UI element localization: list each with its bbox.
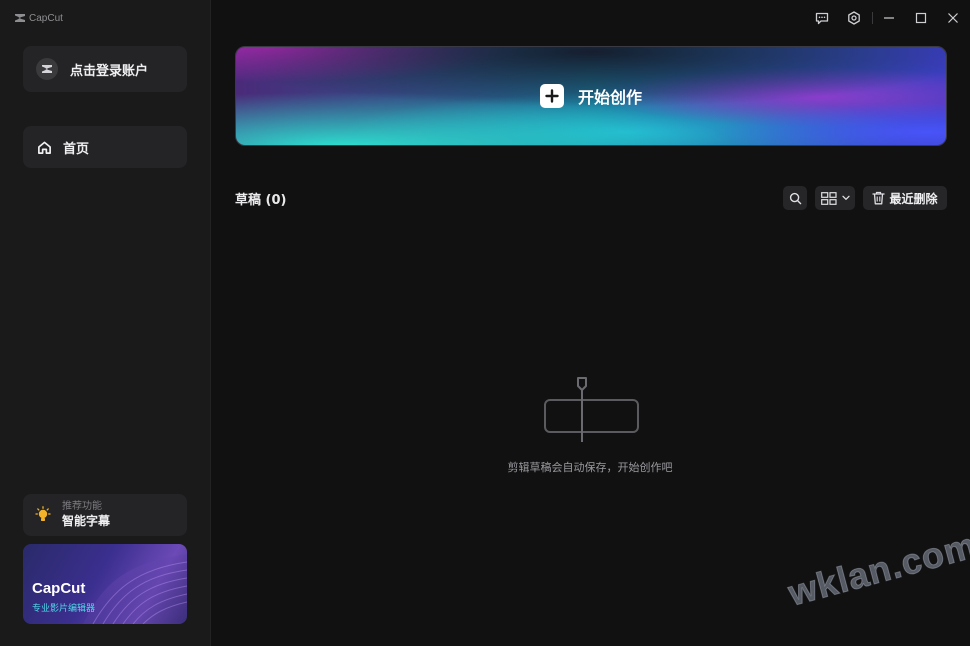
grid-view-icon [820, 191, 837, 205]
login-button[interactable]: 点击登录账户 [23, 46, 187, 92]
search-button[interactable] [783, 186, 807, 210]
view-mode-dropdown[interactable] [815, 186, 855, 210]
close-icon [948, 13, 958, 23]
watermark-text: wklan.com [783, 524, 970, 615]
trash-icon [872, 191, 886, 205]
minimize-button[interactable] [878, 8, 900, 28]
empty-timeline-icon [544, 377, 639, 442]
recently-deleted-label: 最近删除 [889, 191, 938, 206]
titlebar-divider [872, 12, 873, 24]
chevron-down-icon [841, 195, 850, 200]
login-label: 点击登录账户 [70, 63, 149, 79]
home-label: 首页 [63, 141, 90, 157]
promo-tagline: 专业影片编辑器 [32, 604, 96, 614]
start-creation-label: 开始创作 [577, 88, 642, 107]
recently-deleted-button[interactable]: 最近删除 [863, 186, 947, 210]
maximize-icon [915, 12, 927, 24]
close-button[interactable] [942, 8, 964, 28]
settings-icon [848, 11, 860, 25]
sidebar: CapCut 点击登录账户 首页 推荐功能 智能字幕 CapCut 专业影片编辑… [0, 0, 211, 646]
home-icon [38, 141, 51, 154]
minimize-icon [884, 17, 894, 19]
recommended-feature-card[interactable]: 推荐功能 智能字幕 [23, 494, 187, 536]
feedback-button[interactable] [811, 8, 833, 28]
start-creation-button[interactable]: 开始创作 [235, 46, 947, 146]
logo-icon [15, 14, 25, 22]
empty-drafts-message: 剪辑草稿会自动保存，开始创作吧 [507, 461, 673, 474]
app-logo: CapCut [14, 10, 63, 26]
plus-icon [539, 84, 564, 108]
capcut-window: CapCut 点击登录账户 首页 推荐功能 智能字幕 CapCut 专业影片编辑… [0, 0, 970, 646]
feedback-icon [815, 12, 829, 24]
sidebar-item-home[interactable]: 首页 [23, 126, 187, 168]
lightbulb-icon [35, 506, 51, 521]
promo-banner[interactable]: CapCut 专业影片编辑器 [23, 544, 187, 624]
feature-title: 智能字幕 [62, 513, 111, 528]
user-icon [36, 58, 58, 80]
maximize-button[interactable] [910, 8, 932, 28]
logo-text: CapCut [29, 12, 63, 24]
promo-brand: CapCut [32, 580, 86, 597]
search-icon [789, 192, 801, 204]
feature-caption: 推荐功能 [62, 501, 102, 513]
settings-button[interactable] [843, 8, 865, 28]
drafts-heading: 草稿 (0) [235, 193, 287, 208]
